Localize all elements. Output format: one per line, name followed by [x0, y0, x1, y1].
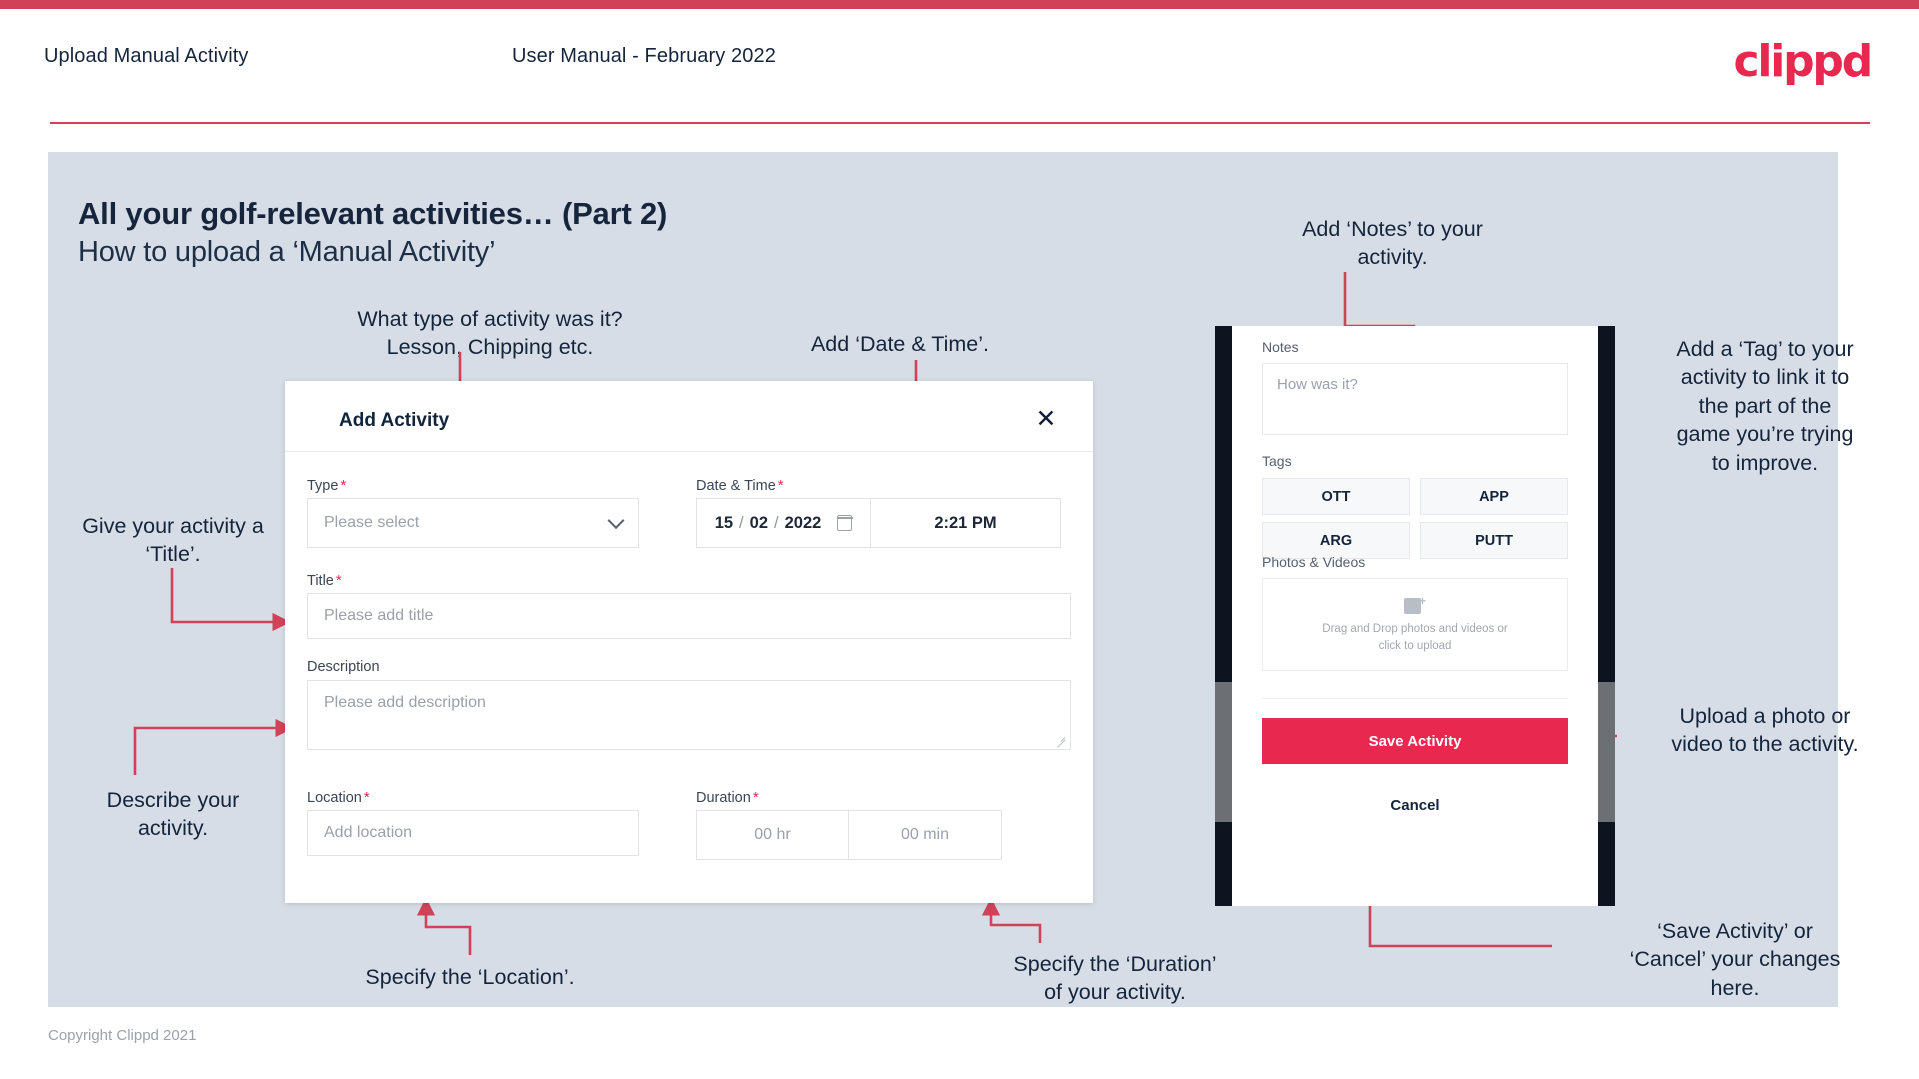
add-activity-dialog: Add Activity ✕ Type * Please select Date … [285, 381, 1093, 903]
location-label: Location * [307, 789, 370, 806]
photos-videos-label: Photos & Videos [1262, 554, 1366, 570]
required-asterisk: * [335, 572, 342, 589]
dialog-divider [285, 451, 1093, 452]
annotation-notes: Add ‘Notes’ to your activity. [1302, 217, 1483, 270]
date-separator: / [774, 513, 779, 532]
notes-textarea[interactable]: How was it? [1262, 363, 1568, 435]
resize-handle-icon[interactable] [1057, 736, 1067, 746]
tags-label: Tags [1262, 453, 1292, 469]
header-divider [50, 122, 1870, 124]
title-input-placeholder: Please add title [324, 607, 434, 624]
location-placeholder: Add location [324, 824, 413, 841]
annotation-description: Describe your activity. [106, 788, 240, 841]
header-center-title: User Manual - February 2022 [512, 45, 776, 67]
annotation-duration: Specify the ‘Duration’ of your activity. [1013, 952, 1217, 1005]
annotation-location: Specify the ‘Location’. [365, 965, 575, 989]
close-icon[interactable]: ✕ [1029, 401, 1063, 435]
time-input[interactable]: 2:21 PM [871, 498, 1061, 548]
phone-screen: Notes How was it? Tags OTT APP ARG PUTT … [1232, 326, 1598, 906]
date-month: 02 [749, 513, 768, 532]
phone-divider [1262, 698, 1568, 699]
date-input[interactable]: 15 / 02 / 2022 [696, 498, 871, 548]
save-activity-button[interactable]: Save Activity [1262, 718, 1568, 764]
cancel-button[interactable]: Cancel [1262, 791, 1568, 819]
tag-button-putt[interactable]: PUTT [1420, 522, 1568, 559]
phone-scroll-track-left [1215, 682, 1232, 822]
dialog-title: Add Activity [339, 410, 450, 431]
photo-drop-zone[interactable]: + Drag and Drop photos and videos or cli… [1262, 578, 1568, 671]
type-select-value: Please select [324, 514, 420, 531]
duration-group: 00 hr 00 min [696, 810, 1002, 860]
type-label-text: Type [307, 478, 339, 494]
header-left-title: Upload Manual Activity [44, 45, 249, 67]
annotation-tags: Add a ‘Tag’ to your activity to link it … [1676, 337, 1854, 475]
drop-zone-text: Drag and Drop photos and videos or click… [1322, 622, 1508, 652]
description-label: Description [307, 659, 380, 675]
chevron-down-icon [607, 512, 625, 530]
title-input[interactable]: Please add title [307, 593, 1071, 639]
title-label-text: Title [307, 573, 334, 589]
annotation-datetime: Add ‘Date & Time’. [810, 332, 990, 356]
time-value: 2:21 PM [934, 513, 997, 532]
required-asterisk: * [752, 789, 759, 806]
slide-root: Upload Manual Activity User Manual - Feb… [0, 0, 1919, 1079]
annotation-upload: Upload a photo or video to the activity. [1671, 704, 1859, 757]
location-label-text: Location [307, 790, 362, 806]
phone-mockup: Notes How was it? Tags OTT APP ARG PUTT … [1215, 326, 1615, 906]
datetime-label: Date & Time * [696, 477, 784, 494]
duration-hours-value: 00 hr [754, 826, 791, 843]
add-image-icon: + [1404, 595, 1426, 614]
clippd-logo: clippd [1733, 36, 1873, 87]
datetime-group: 15 / 02 / 2022 2:21 PM [696, 498, 1061, 548]
datetime-label-text: Date & Time [696, 478, 776, 494]
calendar-icon[interactable] [836, 515, 853, 531]
location-input[interactable]: Add location [307, 810, 639, 856]
duration-label-text: Duration [696, 790, 751, 806]
type-select[interactable]: Please select [307, 498, 639, 548]
notes-placeholder: How was it? [1277, 376, 1358, 393]
annotation-save-cancel: ‘Save Activity’ or ‘Cancel’ your changes… [1629, 919, 1841, 1000]
duration-minutes-value: 00 min [900, 826, 950, 843]
date-day: 15 [714, 513, 734, 532]
page-subtitle: How to upload a ‘Manual Activity’ [78, 236, 496, 268]
page-title: All your golf-relevant activities… (Part… [78, 196, 668, 231]
duration-minutes-input[interactable]: 00 min [849, 810, 1002, 860]
description-textarea[interactable]: Please add description [307, 680, 1071, 750]
tag-button-ott[interactable]: OTT [1262, 478, 1410, 515]
tag-button-app[interactable]: APP [1420, 478, 1568, 515]
required-asterisk: * [777, 477, 784, 494]
date-year: 2022 [784, 513, 822, 532]
footer-copyright: Copyright Clippd 2021 [48, 1027, 197, 1044]
annotation-type: What type of activity was it? Lesson, Ch… [357, 307, 623, 360]
top-accent-bar [0, 0, 1919, 9]
duration-hours-input[interactable]: 00 hr [696, 810, 849, 860]
required-asterisk: * [363, 789, 370, 806]
phone-bezel-right [1598, 326, 1615, 906]
required-asterisk: * [340, 477, 347, 494]
phone-scroll-track-right [1598, 682, 1615, 822]
phone-bezel-left [1215, 326, 1232, 906]
type-label: Type * [307, 477, 346, 494]
description-placeholder: Please add description [324, 694, 486, 711]
notes-label: Notes [1262, 339, 1299, 355]
duration-label: Duration * [696, 789, 759, 806]
annotation-title: Give your activity a ‘Title’. [82, 514, 264, 567]
title-label: Title * [307, 572, 342, 589]
date-separator: / [739, 513, 744, 532]
